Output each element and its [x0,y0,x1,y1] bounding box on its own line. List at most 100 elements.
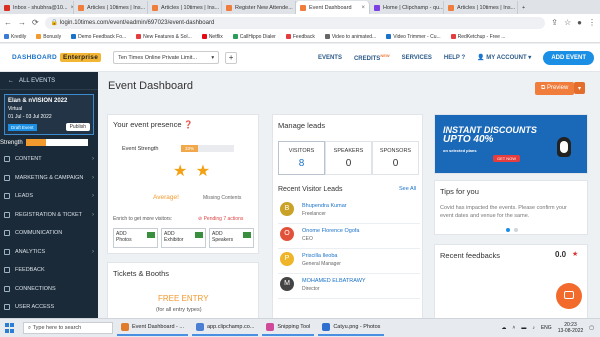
preview-dropdown-button[interactable]: ▾ [574,82,585,94]
forward-icon[interactable]: → [18,18,26,27]
sidebar-item-user-access[interactable]: USER ACCESS [0,298,98,317]
close-icon[interactable]: × [361,5,365,11]
bookmark-item[interactable]: Bonusly [36,34,61,40]
taskbar-app[interactable]: app.clipchamp.co... [191,320,259,336]
taskbar: ⌕ Type here to search Event Dashboard - … [0,318,600,337]
url-field[interactable]: 🔒 login.10times.com/event/eadmin/697023/… [44,16,546,29]
browser-tab[interactable]: Articles | 10times | Ins...× [444,1,518,14]
all-events-link[interactable]: ← ALL EVENTS [0,72,98,90]
bookmark-item[interactable]: Kredily [4,34,26,40]
bookmark-item[interactable]: Demo Feedback Fo... [71,34,126,40]
taskbar-app[interactable]: Event Dashboard - ... [117,320,188,336]
nav-services[interactable]: SERVICES [402,55,432,61]
bookmark-star-icon[interactable]: ☆ [564,18,571,27]
pending-actions[interactable]: ⊘ Pending 7 actions [198,216,243,222]
taskbar-app-label: Catyu.png - Photos [333,324,381,330]
nav-account[interactable]: 👤 MY ACCOUNT ▾ [477,54,531,61]
sidebar-item-analytics[interactable]: ANALYTICS › [0,243,98,262]
visitor-name[interactable]: Bhupendra Kumar [302,203,347,209]
organization-select[interactable]: Ten Times Online Private Limit... ▾ [113,51,220,64]
bookmark-icon [285,34,291,39]
see-all-link[interactable]: See All [399,186,416,192]
stat-sponsors[interactable]: SPONSORS 0 [372,141,419,175]
bookmark-item[interactable]: RedKetchup - Free ... [450,34,505,40]
nav-help-label: HELP [443,54,460,61]
chat-button[interactable] [556,283,582,309]
page-title: Event Dashboard [108,80,193,92]
visitor-name[interactable]: Onome Florence Ogofa [302,228,359,234]
visitor-name[interactable]: MOHAMED ELBATRAWY [302,278,366,284]
stat-label: SPONSORS [379,148,412,154]
event-strength-bar: 33% [181,145,234,152]
sidebar-item-connections[interactable]: CONNECTIONS [0,280,98,299]
draft-badge: Draft Event [8,123,37,131]
share-icon[interactable]: ⇪ [551,18,558,27]
nav-events[interactable]: EVENTS [318,55,342,61]
strength-bar: 33% [25,139,88,146]
taskbar-search[interactable]: ⌕ Type here to search [23,322,113,334]
bookmark-label: Video Trimmer - Cu... [393,33,441,40]
get-now-button[interactable]: GET NOW [493,155,521,162]
browser-tab[interactable]: Event Dashboard × [296,1,370,14]
profile-icon[interactable]: ● [577,18,582,27]
add-event-button[interactable]: ADD EVENT [543,50,594,65]
promo-banner[interactable]: INSTANT DISCOUNTS UPTO 40% on selected pla… [434,114,588,174]
dashboard-logo[interactable]: DASHBOARD Enterprise [12,53,102,62]
visitor-list-item[interactable]: M MOHAMED ELBATRAWY Director [278,274,420,299]
bookmark-item[interactable]: Video Trimmer - Cu... [386,33,441,40]
bookmark-item[interactable]: New Features & Sol... [136,34,192,40]
visitor-list-item[interactable]: B Bhupendra Kumar Freelancer [278,199,420,224]
windows-start-icon[interactable] [5,323,15,333]
event-dates: 01 Jul - 03 Jul 2022 [8,114,52,120]
sidebar-item-leads[interactable]: LEADS › [0,187,98,206]
visitor-list-item[interactable]: P Priscilla Ileoba General Manager [278,249,420,274]
help-icon: ? [461,54,466,61]
bookmark-item[interactable]: CallHippo Dialer [232,34,276,40]
language-indicator[interactable]: ENG [541,325,552,331]
network-icon[interactable]: ▬ [521,325,526,331]
browser-tab[interactable]: Articles | 10times | Ins...× [74,1,148,14]
taskbar-app[interactable]: Catyu.png - Photos [318,320,385,336]
sidebar-item-content[interactable]: CONTENT › [0,150,98,169]
weather-icon[interactable]: ☁ [501,325,506,331]
browser-tab[interactable]: Articles | 10times | Ins...× [148,1,222,14]
tray-chevron-icon[interactable]: ˄ [512,325,515,331]
help-icon[interactable]: ❓ [184,120,193,129]
sidebar-item-feedback[interactable]: FEEDBACK [0,261,98,280]
clock[interactable]: 20:23 13-08-2022 [558,322,584,334]
new-tab-button[interactable]: + [518,1,532,14]
stat-visitors[interactable]: VISITORS 8 [278,141,325,175]
stat-value: 0 [345,158,352,169]
feedback-score: 0.0 [555,250,567,259]
nav-help[interactable]: HELP ? [444,55,465,61]
add-org-button[interactable]: + [225,51,238,64]
nav-credits[interactable]: CREDITSNEW [354,53,390,62]
bookmarks-bar: Kredily Bonusly Demo Feedback Fo... New Fea… [0,31,600,43]
carousel-dot[interactable] [514,228,518,232]
bookmark-item[interactable]: Feedback [285,34,315,40]
bookmark-item[interactable]: Netflix [201,34,223,40]
notification-icon[interactable]: ▢ [589,325,594,331]
promo-line3: on selected plans [443,148,477,153]
volume-icon[interactable]: ♪ [532,325,535,331]
visitor-list-item[interactable]: O Onome Florence Ogofa CEO [278,224,420,249]
menu-dots-icon[interactable]: ⋮ [588,18,596,27]
add-exhibitor-button[interactable]: ADD Exhibitor [161,228,206,248]
bookmark-item[interactable]: Video to animated... [324,34,376,40]
browser-tab[interactable]: Register New Attende...× [222,1,296,14]
taskbar-app[interactable]: Snipping Tool [262,320,315,336]
stat-speakers[interactable]: SPEAKERS 0 [325,141,372,175]
browser-tab[interactable]: Home | Clipchamp - qu...× [370,1,444,14]
reload-icon[interactable]: ⟳ [32,18,39,27]
add-photos-button[interactable]: ADD Photos [113,228,158,248]
sidebar-item-marketing-campaign[interactable]: MARKETING & CAMPAIGN › [0,169,98,188]
carousel-dot-active[interactable] [506,228,510,232]
sidebar-item-communication[interactable]: COMMUNICATION [0,224,98,243]
sidebar-item-registration-ticket[interactable]: REGISTRATION & TICKET › [0,206,98,225]
add-speakers-button[interactable]: ADD Speakers [209,228,254,248]
preview-button[interactable]: ⧉ Preview [535,82,575,95]
visitor-name[interactable]: Priscilla Ileoba [302,253,337,259]
publish-button[interactable]: Publish [65,123,90,131]
back-icon[interactable]: ← [4,18,12,27]
browser-tab[interactable]: Inbox - shubhra@10... × [0,1,74,14]
